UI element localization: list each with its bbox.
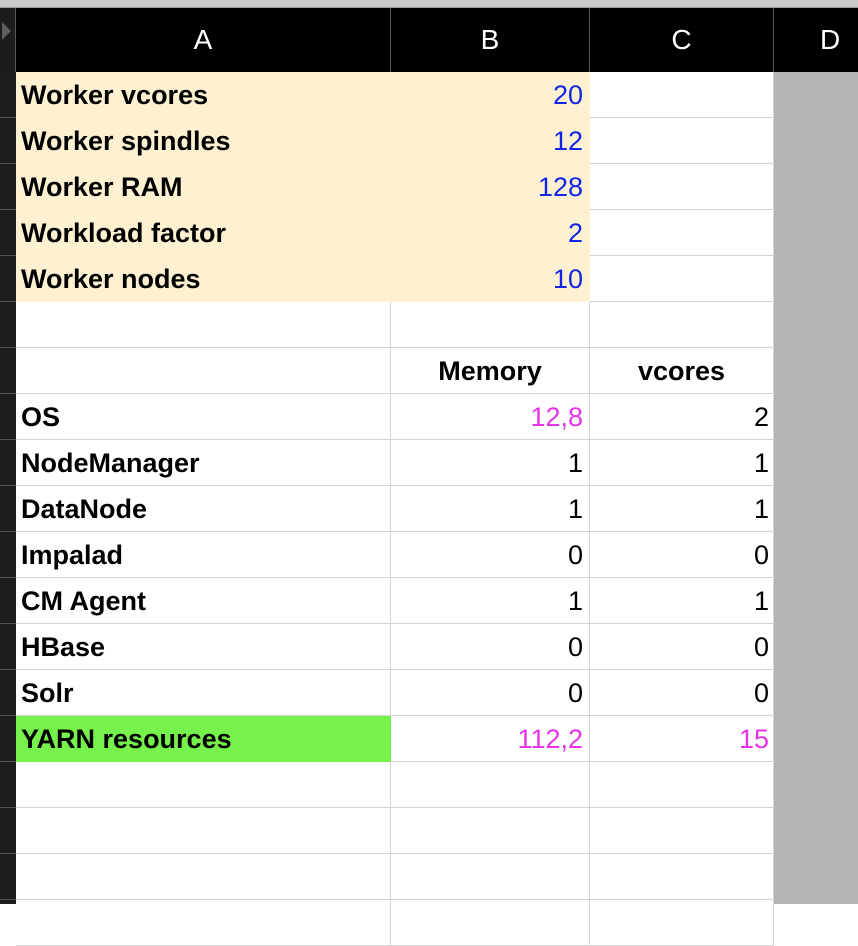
empty-cell[interactable] bbox=[16, 762, 391, 808]
row-divider bbox=[0, 761, 16, 762]
memory-value-cell[interactable]: 1 bbox=[391, 440, 590, 486]
empty-cell[interactable] bbox=[391, 808, 590, 854]
memory-header-cell[interactable]: Memory bbox=[391, 348, 590, 394]
column-header-b[interactable]: B bbox=[391, 8, 590, 72]
empty-cell[interactable] bbox=[590, 762, 774, 808]
vcores-header-cell[interactable]: vcores bbox=[590, 348, 774, 394]
empty-cell[interactable] bbox=[16, 900, 391, 946]
input-value-cell[interactable]: 12 bbox=[391, 118, 590, 164]
row-divider bbox=[0, 531, 16, 532]
empty-cell[interactable] bbox=[590, 302, 774, 348]
empty-cell[interactable] bbox=[391, 854, 590, 900]
row-divider bbox=[0, 853, 16, 854]
row-divider bbox=[0, 577, 16, 578]
column-header-d[interactable]: D bbox=[774, 8, 858, 72]
vcores-value-cell[interactable]: 0 bbox=[590, 670, 774, 716]
empty-cell[interactable] bbox=[391, 762, 590, 808]
empty-cell[interactable] bbox=[590, 256, 774, 302]
row-divider bbox=[0, 163, 16, 164]
column-header-b-label: B bbox=[480, 24, 500, 55]
memory-value-cell[interactable]: 12,8 bbox=[391, 394, 590, 440]
yarn-resources-label-cell[interactable]: YARN resources bbox=[16, 716, 391, 762]
empty-cell[interactable] bbox=[16, 348, 391, 394]
column-header-c[interactable]: C bbox=[590, 8, 774, 72]
column-header-d-label: D bbox=[820, 24, 841, 55]
row-divider bbox=[0, 715, 16, 716]
vcores-value-cell[interactable]: 0 bbox=[590, 624, 774, 670]
input-value-cell[interactable]: 2 bbox=[391, 210, 590, 256]
service-label-cell[interactable]: Impalad bbox=[16, 532, 391, 578]
memory-value-cell[interactable]: 0 bbox=[391, 670, 590, 716]
service-label-cell[interactable]: DataNode bbox=[16, 486, 391, 532]
window-top-border bbox=[0, 0, 858, 8]
empty-cell[interactable] bbox=[16, 808, 391, 854]
row-divider bbox=[0, 209, 16, 210]
row-divider bbox=[0, 669, 16, 670]
empty-cell[interactable] bbox=[16, 854, 391, 900]
input-value-cell[interactable]: 10 bbox=[391, 256, 590, 302]
service-label-cell[interactable]: HBase bbox=[16, 624, 391, 670]
vcores-value-cell[interactable]: 0 bbox=[590, 532, 774, 578]
column-header-a[interactable]: A bbox=[16, 8, 391, 72]
empty-cell[interactable] bbox=[391, 302, 590, 348]
sheet-grid[interactable]: Worker vcores 20 Worker spindles 12 Worker R… bbox=[16, 72, 774, 946]
input-label-cell[interactable]: Worker RAM bbox=[16, 164, 391, 210]
input-value-cell[interactable]: 128 bbox=[391, 164, 590, 210]
input-label-cell[interactable]: Worker spindles bbox=[16, 118, 391, 164]
service-label-cell[interactable]: NodeManager bbox=[16, 440, 391, 486]
row-divider bbox=[0, 347, 16, 348]
input-label-cell[interactable]: Worker vcores bbox=[16, 72, 391, 118]
service-label-cell[interactable]: CM Agent bbox=[16, 578, 391, 624]
empty-cell[interactable] bbox=[590, 900, 774, 946]
input-label-cell[interactable]: Workload factor bbox=[16, 210, 391, 256]
vcores-value-cell[interactable]: 1 bbox=[590, 578, 774, 624]
column-d-cells[interactable] bbox=[774, 72, 858, 904]
input-value-cell[interactable]: 20 bbox=[391, 72, 590, 118]
row-divider bbox=[0, 485, 16, 486]
empty-cell[interactable] bbox=[590, 72, 774, 118]
empty-cell[interactable] bbox=[590, 854, 774, 900]
select-all-icon bbox=[2, 22, 11, 40]
vcores-value-cell[interactable]: 1 bbox=[590, 486, 774, 532]
empty-cell[interactable] bbox=[16, 302, 391, 348]
row-divider bbox=[0, 807, 16, 808]
row-divider bbox=[0, 393, 16, 394]
empty-cell[interactable] bbox=[590, 164, 774, 210]
row-divider bbox=[0, 255, 16, 256]
empty-cell[interactable] bbox=[590, 210, 774, 256]
row-divider bbox=[0, 439, 16, 440]
vcores-value-cell[interactable]: 2 bbox=[590, 394, 774, 440]
empty-cell[interactable] bbox=[590, 118, 774, 164]
row-header-gutter[interactable] bbox=[0, 72, 16, 904]
column-header-c-label: C bbox=[671, 24, 692, 55]
column-header-a-label: A bbox=[193, 24, 213, 55]
input-label-cell[interactable]: Worker nodes bbox=[16, 256, 391, 302]
empty-cell[interactable] bbox=[590, 808, 774, 854]
memory-value-cell[interactable]: 1 bbox=[391, 578, 590, 624]
empty-cell[interactable] bbox=[391, 900, 590, 946]
select-all-corner[interactable] bbox=[0, 8, 16, 72]
service-label-cell[interactable]: Solr bbox=[16, 670, 391, 716]
memory-value-cell[interactable]: 0 bbox=[391, 624, 590, 670]
vcores-value-cell[interactable]: 1 bbox=[590, 440, 774, 486]
yarn-memory-cell[interactable]: 112,2 bbox=[391, 716, 590, 762]
yarn-vcores-cell[interactable]: 15 bbox=[590, 716, 774, 762]
memory-value-cell[interactable]: 0 bbox=[391, 532, 590, 578]
service-label-cell[interactable]: OS bbox=[16, 394, 391, 440]
row-divider bbox=[0, 117, 16, 118]
row-divider bbox=[0, 623, 16, 624]
row-divider bbox=[0, 301, 16, 302]
row-divider bbox=[0, 899, 16, 900]
memory-value-cell[interactable]: 1 bbox=[391, 486, 590, 532]
